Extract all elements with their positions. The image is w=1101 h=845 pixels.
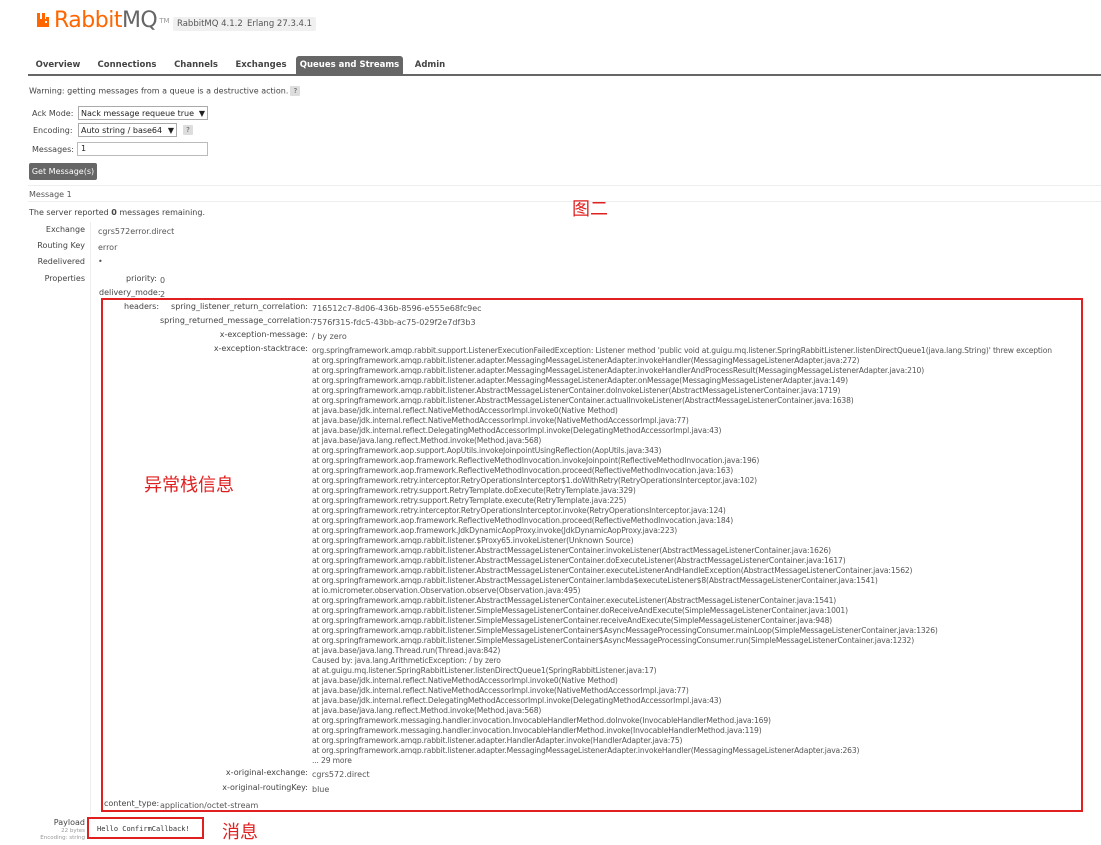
encoding-value: Auto string / base64 [81, 125, 163, 135]
chevron-down-icon: ▼ [167, 125, 174, 135]
properties-label: Properties [44, 274, 85, 283]
exchange-value: cgrs572error.direct [98, 227, 175, 236]
priority-value: 0 [160, 276, 166, 285]
routing-key-label: Routing Key [37, 241, 85, 250]
tab-admin[interactable]: Admin [408, 56, 452, 74]
help-icon[interactable]: ? [290, 86, 301, 96]
payload-encoding: Encoding: string [40, 835, 85, 841]
priority-label: priority: [126, 274, 157, 283]
help-icon[interactable]: ? [183, 125, 193, 135]
stacktrace-annotation: 异常栈信息 [144, 475, 234, 496]
divider [28, 185, 1101, 186]
messages-label: Messages: [32, 145, 74, 154]
logo-trademark: TM [159, 17, 170, 25]
payload-value: Hello ConfirmCallback! [97, 825, 190, 833]
rabbitmq-version: RabbitMQ 4.1.2 [173, 17, 247, 31]
encoding-select[interactable]: Auto string / base64 ▼ [78, 123, 177, 137]
payload-label: Payload [53, 818, 85, 827]
figure-annotation: 图二 [572, 199, 608, 220]
remaining-suffix: messages remaining. [116, 208, 205, 217]
encoding-label: Encoding: [33, 126, 73, 135]
message-annotation: 消息 [222, 822, 258, 843]
remaining-text: The server reported 0 messages remaining… [29, 208, 205, 217]
exchange-label: Exchange [45, 225, 85, 234]
routing-key-value: error [98, 243, 118, 252]
rabbitmq-logo-icon [37, 13, 49, 27]
chevron-down-icon: ▼ [198, 108, 205, 118]
tab-channels[interactable]: Channels [168, 56, 224, 74]
divider [28, 201, 1101, 202]
tab-overview[interactable]: Overview [28, 56, 88, 74]
redelivered-label: Redelivered [37, 257, 85, 266]
redelivered-value: • [98, 257, 103, 266]
payload-bytes: 22 bytes [61, 828, 85, 834]
tab-exchanges[interactable]: Exchanges [232, 56, 290, 74]
tab-queues-and-streams[interactable]: Queues and Streams [296, 56, 403, 74]
get-messages-button[interactable]: Get Message(s) [29, 163, 97, 180]
logo-text-rabbit: Rabbit [54, 7, 122, 33]
message-heading: Message 1 [29, 190, 72, 199]
warning-text: Warning: getting messages from a queue i… [29, 86, 289, 96]
ack-mode-select[interactable]: Nack message requeue true ▼ [78, 106, 208, 120]
ack-mode-label: Ack Mode: [32, 109, 74, 118]
column-divider [90, 222, 91, 815]
messages-input[interactable]: 1 [77, 142, 208, 156]
rabbitmq-logo[interactable]: Rabbit MQ TM [36, 7, 170, 33]
main-nav: Overview Connections Channels Exchanges … [28, 56, 1101, 76]
ack-mode-value: Nack message requeue true [81, 108, 195, 118]
logo-text-mq: MQ [121, 7, 158, 33]
destructive-warning: Warning: getting messages from a queue i… [29, 86, 301, 96]
remaining-prefix: The server reported [29, 208, 112, 217]
headers-highlight-box [101, 298, 1083, 812]
tab-connections[interactable]: Connections [94, 56, 160, 74]
delivery-mode-label: delivery_mode: [99, 288, 161, 297]
erlang-version: Erlang 27.3.4.1 [243, 17, 317, 31]
